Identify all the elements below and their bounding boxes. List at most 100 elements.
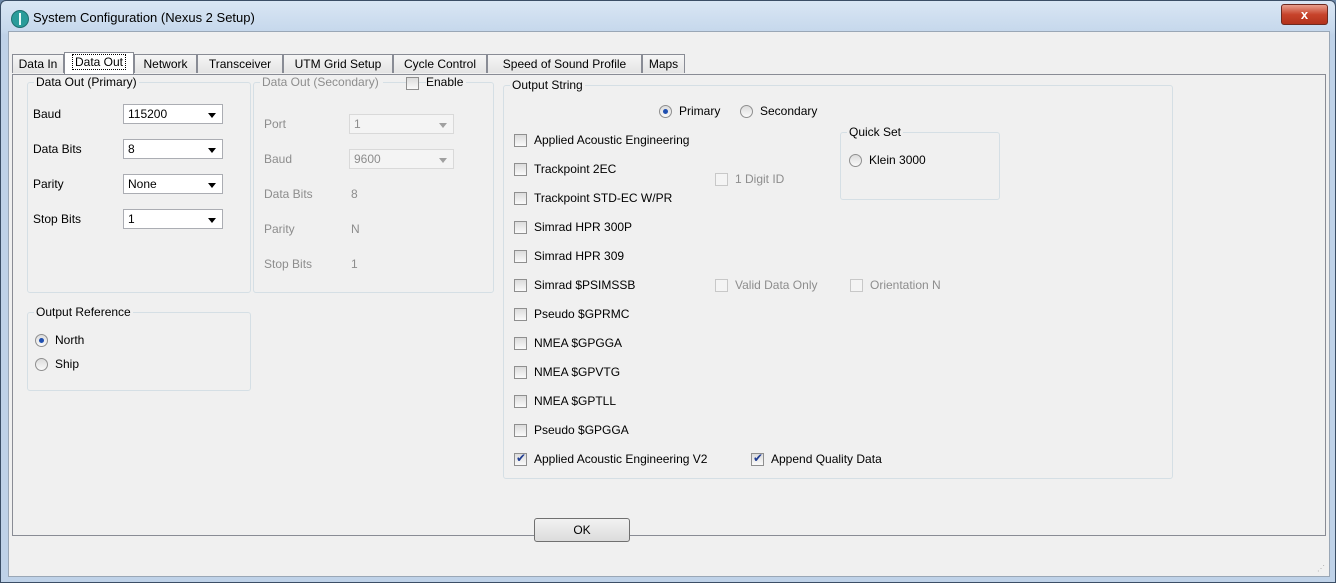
trackpoint-2ec-checkbox[interactable] (514, 163, 527, 176)
output-string-group: Output String Primary Secondary Applied … (503, 78, 1173, 479)
port-select[interactable]: 1 (349, 114, 454, 134)
nmea-gptll-checkbox[interactable] (514, 395, 527, 408)
output-item-label: Pseudo $GPGGA (534, 423, 629, 437)
orientation-n-checkbox[interactable] (850, 279, 863, 292)
simrad-hpr-300p-checkbox[interactable] (514, 221, 527, 234)
secondary-baud-select[interactable]: 9600 (349, 149, 454, 169)
secondary-stop-bits-value: 1 (351, 257, 358, 271)
secondary-parity-label: Parity (264, 222, 295, 236)
tab-data-in[interactable]: Data In (12, 54, 64, 73)
stop-bits-label: Stop Bits (33, 212, 82, 226)
tab-label: Speed of Sound Profile (502, 57, 627, 71)
simrad-hpr-309-checkbox[interactable] (514, 250, 527, 263)
data-bits-value: 8 (128, 142, 135, 156)
group-title: Output String (510, 78, 585, 92)
pseudo-gprmc-checkbox[interactable] (514, 308, 527, 321)
output-item-label: Simrad $PSIMSSB (534, 278, 636, 292)
parity-value: None (128, 177, 157, 191)
tab-cycle-control[interactable]: Cycle Control (393, 54, 487, 73)
output-item-label: Trackpoint STD-EC W/PR (534, 191, 673, 205)
data-out-page: Data Out (Primary) Baud 115200 Data Bits… (12, 74, 1326, 536)
primary-radio-label: Primary (679, 104, 721, 118)
baud-select[interactable]: 115200 (123, 104, 223, 124)
tab-label: Data Out (71, 54, 127, 70)
client-area: Data In Data Out Network Transceiver UTM… (8, 31, 1330, 577)
append-quality-checkbox[interactable] (751, 451, 764, 466)
tab-data-out[interactable]: Data Out (64, 52, 134, 74)
stop-bits-select[interactable]: 1 (123, 209, 223, 229)
output-item-label: Simrad HPR 300P (534, 220, 633, 234)
nmea-gpvtg-checkbox[interactable] (514, 366, 527, 379)
chevron-down-icon (439, 123, 447, 128)
group-title: Output Reference (34, 305, 133, 319)
secondary-radio-label: Secondary (760, 104, 818, 118)
quick-set-group: Quick Set Klein 3000 (840, 125, 1000, 200)
chevron-down-icon (208, 148, 216, 153)
north-radio[interactable] (35, 334, 48, 347)
ship-label: Ship (55, 357, 80, 371)
aae-v2-checkbox[interactable] (514, 451, 527, 466)
tab-label: Network (143, 57, 188, 71)
ok-button[interactable]: OK (534, 518, 630, 542)
app-icon (11, 10, 29, 28)
output-item-label: Applied Acoustic Engineering (534, 133, 690, 147)
enable-checkbox[interactable] (406, 77, 419, 90)
output-item-label: NMEA $GPTLL (534, 394, 617, 408)
tab-label: Cycle Control (403, 57, 477, 71)
parity-label: Parity (33, 177, 64, 191)
title-bar[interactable]: System Configuration (Nexus 2 Setup) x (1, 1, 1335, 35)
chevron-down-icon (208, 218, 216, 223)
primary-radio[interactable] (659, 105, 672, 118)
secondary-title: Data Out (Secondary) (262, 75, 379, 89)
tab-label: UTM Grid Setup (294, 57, 382, 71)
klein-3000-radio[interactable] (849, 154, 862, 167)
output-item-label: NMEA $GPGGA (534, 336, 623, 350)
output-item-label: Pseudo $GPRMC (534, 307, 630, 321)
baud-value: 115200 (128, 107, 168, 121)
port-label: Port (264, 117, 287, 131)
one-digit-id-checkbox[interactable] (715, 173, 728, 186)
data-out-primary-group: Data Out (Primary) Baud 115200 Data Bits… (27, 75, 251, 293)
pseudo-gpgga-checkbox[interactable] (514, 424, 527, 437)
simrad-psimssb-checkbox[interactable] (514, 279, 527, 292)
aae-checkbox[interactable] (514, 134, 527, 147)
baud-label: Baud (33, 107, 62, 121)
chevron-down-icon (439, 158, 447, 163)
secondary-radio[interactable] (740, 105, 753, 118)
chevron-down-icon (208, 183, 216, 188)
tab-transceiver[interactable]: Transceiver (197, 54, 283, 73)
tab-utm-grid-setup[interactable]: UTM Grid Setup (283, 54, 393, 73)
parity-select[interactable]: None (123, 174, 223, 194)
output-item-label: Trackpoint 2EC (534, 162, 617, 176)
enable-label: Enable (426, 75, 467, 89)
nmea-gpgga-checkbox[interactable] (514, 337, 527, 350)
chevron-down-icon (208, 113, 216, 118)
tab-speed-of-sound-profile[interactable]: Speed of Sound Profile (487, 54, 642, 73)
tab-label: Transceiver (208, 57, 272, 71)
secondary-stop-bits-label: Stop Bits (264, 257, 313, 271)
close-button[interactable]: x (1281, 4, 1328, 25)
system-configuration-window: System Configuration (Nexus 2 Setup) x D… (0, 0, 1336, 583)
orientation-n-label: Orientation N (870, 278, 941, 292)
tab-maps[interactable]: Maps (642, 54, 685, 73)
tab-label: Data In (18, 57, 58, 71)
window-title: System Configuration (Nexus 2 Setup) (33, 10, 255, 25)
valid-data-only-checkbox[interactable] (715, 279, 728, 292)
trackpoint-std-ec-checkbox[interactable] (514, 192, 527, 205)
output-item-label: NMEA $GPVTG (534, 365, 621, 379)
tab-network[interactable]: Network (134, 54, 197, 73)
secondary-data-bits-value: 8 (351, 187, 358, 201)
output-item-label: Simrad HPR 309 (534, 249, 625, 263)
data-bits-select[interactable]: 8 (123, 139, 223, 159)
stop-bits-value: 1 (128, 212, 135, 226)
group-title: Quick Set (847, 125, 904, 139)
klein-3000-label: Klein 3000 (869, 153, 926, 167)
output-reference-group: Output Reference North Ship (27, 305, 251, 391)
output-item-label: Applied Acoustic Engineering V2 (534, 452, 708, 466)
secondary-baud-value: 9600 (354, 152, 381, 166)
tab-label: Maps (648, 57, 679, 71)
ship-radio[interactable] (35, 358, 48, 371)
resize-grip-icon[interactable]: ⋰ (1317, 564, 1327, 574)
secondary-parity-value: N (351, 222, 360, 236)
append-quality-label: Append Quality Data (771, 452, 882, 466)
